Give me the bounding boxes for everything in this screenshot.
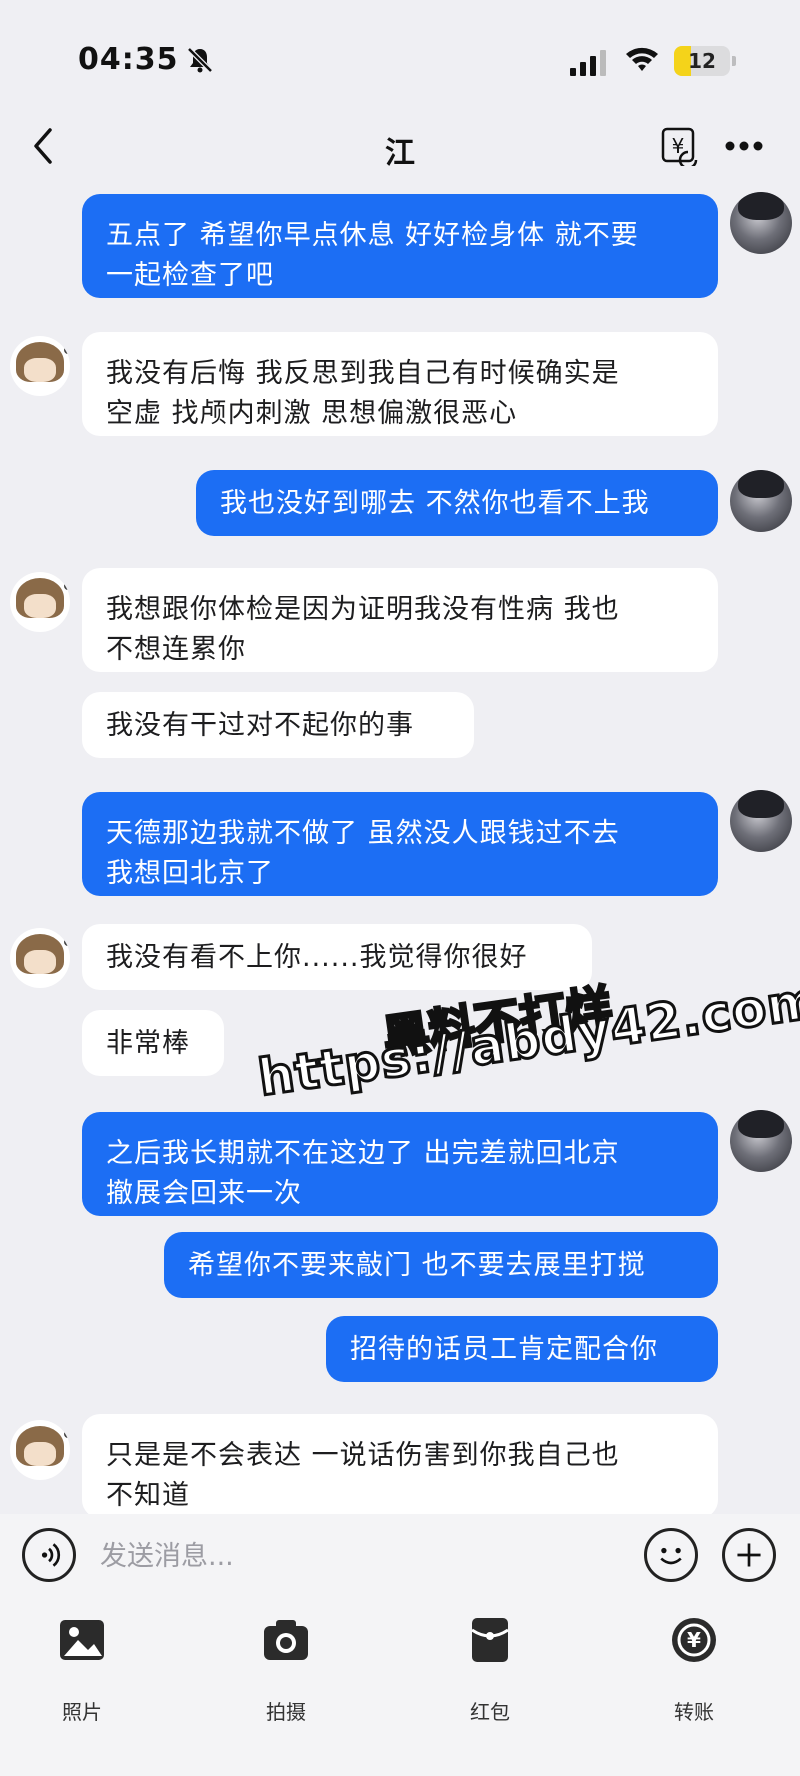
status-time: 04:35 xyxy=(78,42,179,77)
muted-bell-icon xyxy=(187,47,213,73)
status-bar: 04:35 12 xyxy=(0,0,800,110)
camera-button[interactable]: 拍摄 xyxy=(226,1616,346,1736)
message-bubble-outgoing[interactable]: 招待的话员工肯定配合你 xyxy=(326,1316,718,1382)
my-avatar[interactable] xyxy=(730,1110,792,1172)
message-bubble-incoming[interactable]: 我想跟你体检是因为证明我没有性病 我也 不想连累你 xyxy=(82,568,718,672)
message-bubble-outgoing[interactable]: 我也没好到哪去 不然你也看不上我 xyxy=(196,470,718,536)
nav-bar: 江 ¥ xyxy=(0,110,800,184)
wifi-icon xyxy=(626,47,658,71)
add-attachment-icon[interactable] xyxy=(722,1528,776,1582)
message-bubble-incoming[interactable]: 我没有干过对不起你的事 xyxy=(82,692,474,758)
contact-avatar[interactable] xyxy=(10,572,70,632)
transfer-label: 转账 xyxy=(674,1700,714,1724)
transfer-icon: ¥ xyxy=(672,1618,716,1662)
message-bubble-outgoing[interactable]: 之后我长期就不在这边了 出完差就回北京 撤展会回来一次 xyxy=(82,1112,718,1216)
battery-nub xyxy=(732,56,736,66)
chat-message-list[interactable]: 五点了 希望你早点休息 好好检身体 就不要 一起检查了吧 我没有后悔 我反思到我… xyxy=(0,184,800,1514)
camera-icon xyxy=(264,1620,308,1660)
my-avatar[interactable] xyxy=(730,470,792,532)
contact-avatar[interactable] xyxy=(10,928,70,988)
emoji-icon[interactable] xyxy=(644,1528,698,1582)
contact-avatar[interactable] xyxy=(10,1420,70,1480)
message-bubble-outgoing[interactable]: 希望你不要来敲门 也不要去展里打搅 xyxy=(164,1232,718,1298)
message-bubble-outgoing[interactable]: 五点了 希望你早点休息 好好检身体 就不要 一起检查了吧 xyxy=(82,194,718,298)
transfer-money-icon[interactable]: ¥ xyxy=(660,126,700,166)
my-avatar[interactable] xyxy=(730,192,792,254)
voice-input-icon[interactable] xyxy=(22,1528,76,1582)
photo-icon xyxy=(60,1620,104,1660)
contact-avatar[interactable] xyxy=(10,336,70,396)
svg-text:¥: ¥ xyxy=(687,1628,701,1652)
message-bubble-incoming[interactable]: 只是是不会表达 一说话伤害到你我自己也 不知道 xyxy=(82,1414,718,1514)
red-packet-label: 红包 xyxy=(470,1700,510,1724)
battery-indicator: 12 xyxy=(674,46,730,76)
message-bubble-incoming[interactable]: 我没有看不上你......我觉得你很好 xyxy=(82,924,592,990)
photo-label: 照片 xyxy=(62,1700,102,1724)
red-packet-button[interactable]: 红包 xyxy=(430,1616,550,1736)
message-bubble-incoming[interactable]: 非常棒 xyxy=(82,1010,224,1076)
photo-button[interactable]: 照片 xyxy=(22,1616,142,1736)
message-bubble-outgoing[interactable]: 天德那边我就不做了 虽然没人跟钱过不去 我想回北京了 xyxy=(82,792,718,896)
my-avatar[interactable] xyxy=(730,790,792,852)
battery-percent: 12 xyxy=(688,49,716,73)
transfer-button[interactable]: ¥ 转账 xyxy=(634,1616,754,1736)
cellular-signal-icon xyxy=(570,50,606,76)
more-options-icon[interactable] xyxy=(724,140,764,152)
attachment-toolbar: 照片 拍摄 红包 ¥ 转账 xyxy=(0,1598,800,1776)
message-input[interactable]: 发送消息... xyxy=(100,1534,234,1573)
red-packet-icon xyxy=(471,1618,509,1662)
message-bubble-incoming[interactable]: 我没有后悔 我反思到我自己有时候确实是 空虚 找颅内刺激 思想偏激很恶心 xyxy=(82,332,718,436)
camera-label: 拍摄 xyxy=(266,1700,306,1724)
message-composer: 发送消息... xyxy=(0,1514,800,1598)
